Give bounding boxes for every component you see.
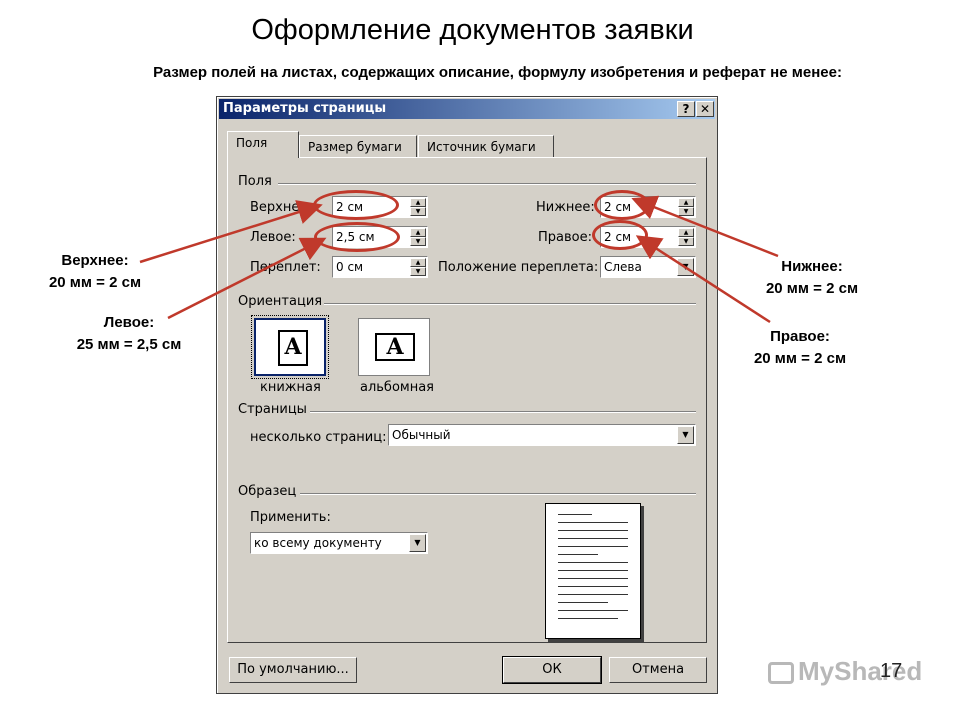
bottom-callout-value: 20 мм = 2 см xyxy=(765,280,859,297)
top-callout-arrow xyxy=(139,200,323,264)
left-callout-value: 25 мм = 2,5 см xyxy=(76,336,182,353)
left-callout-arrow xyxy=(167,237,327,320)
right-callout-value: 20 мм = 2 см xyxy=(753,350,847,367)
top-callout-label: Верхнее: xyxy=(61,252,129,269)
presentation-icon xyxy=(768,662,794,685)
slide-number: 17 xyxy=(880,660,903,682)
right-margin-callout: Правое: 20 мм = 2 см xyxy=(732,326,868,370)
bottom-margin-callout: Нижнее: 20 мм = 2 см xyxy=(744,256,880,300)
left-callout-label: Левое: xyxy=(103,314,155,331)
bottom-callout-arrow xyxy=(631,195,779,258)
bottom-callout-label: Нижнее: xyxy=(781,258,843,275)
top-margin-callout: Верхнее: 20 мм = 2 см xyxy=(30,250,160,294)
tab-margins[interactable]: Поля xyxy=(227,131,299,158)
watermark-text: MyShared xyxy=(798,656,923,686)
right-callout-label: Правое: xyxy=(770,328,830,345)
top-callout-value: 20 мм = 2 см xyxy=(48,274,142,291)
left-margin-callout: Левое: 25 мм = 2,5 см xyxy=(54,312,204,356)
